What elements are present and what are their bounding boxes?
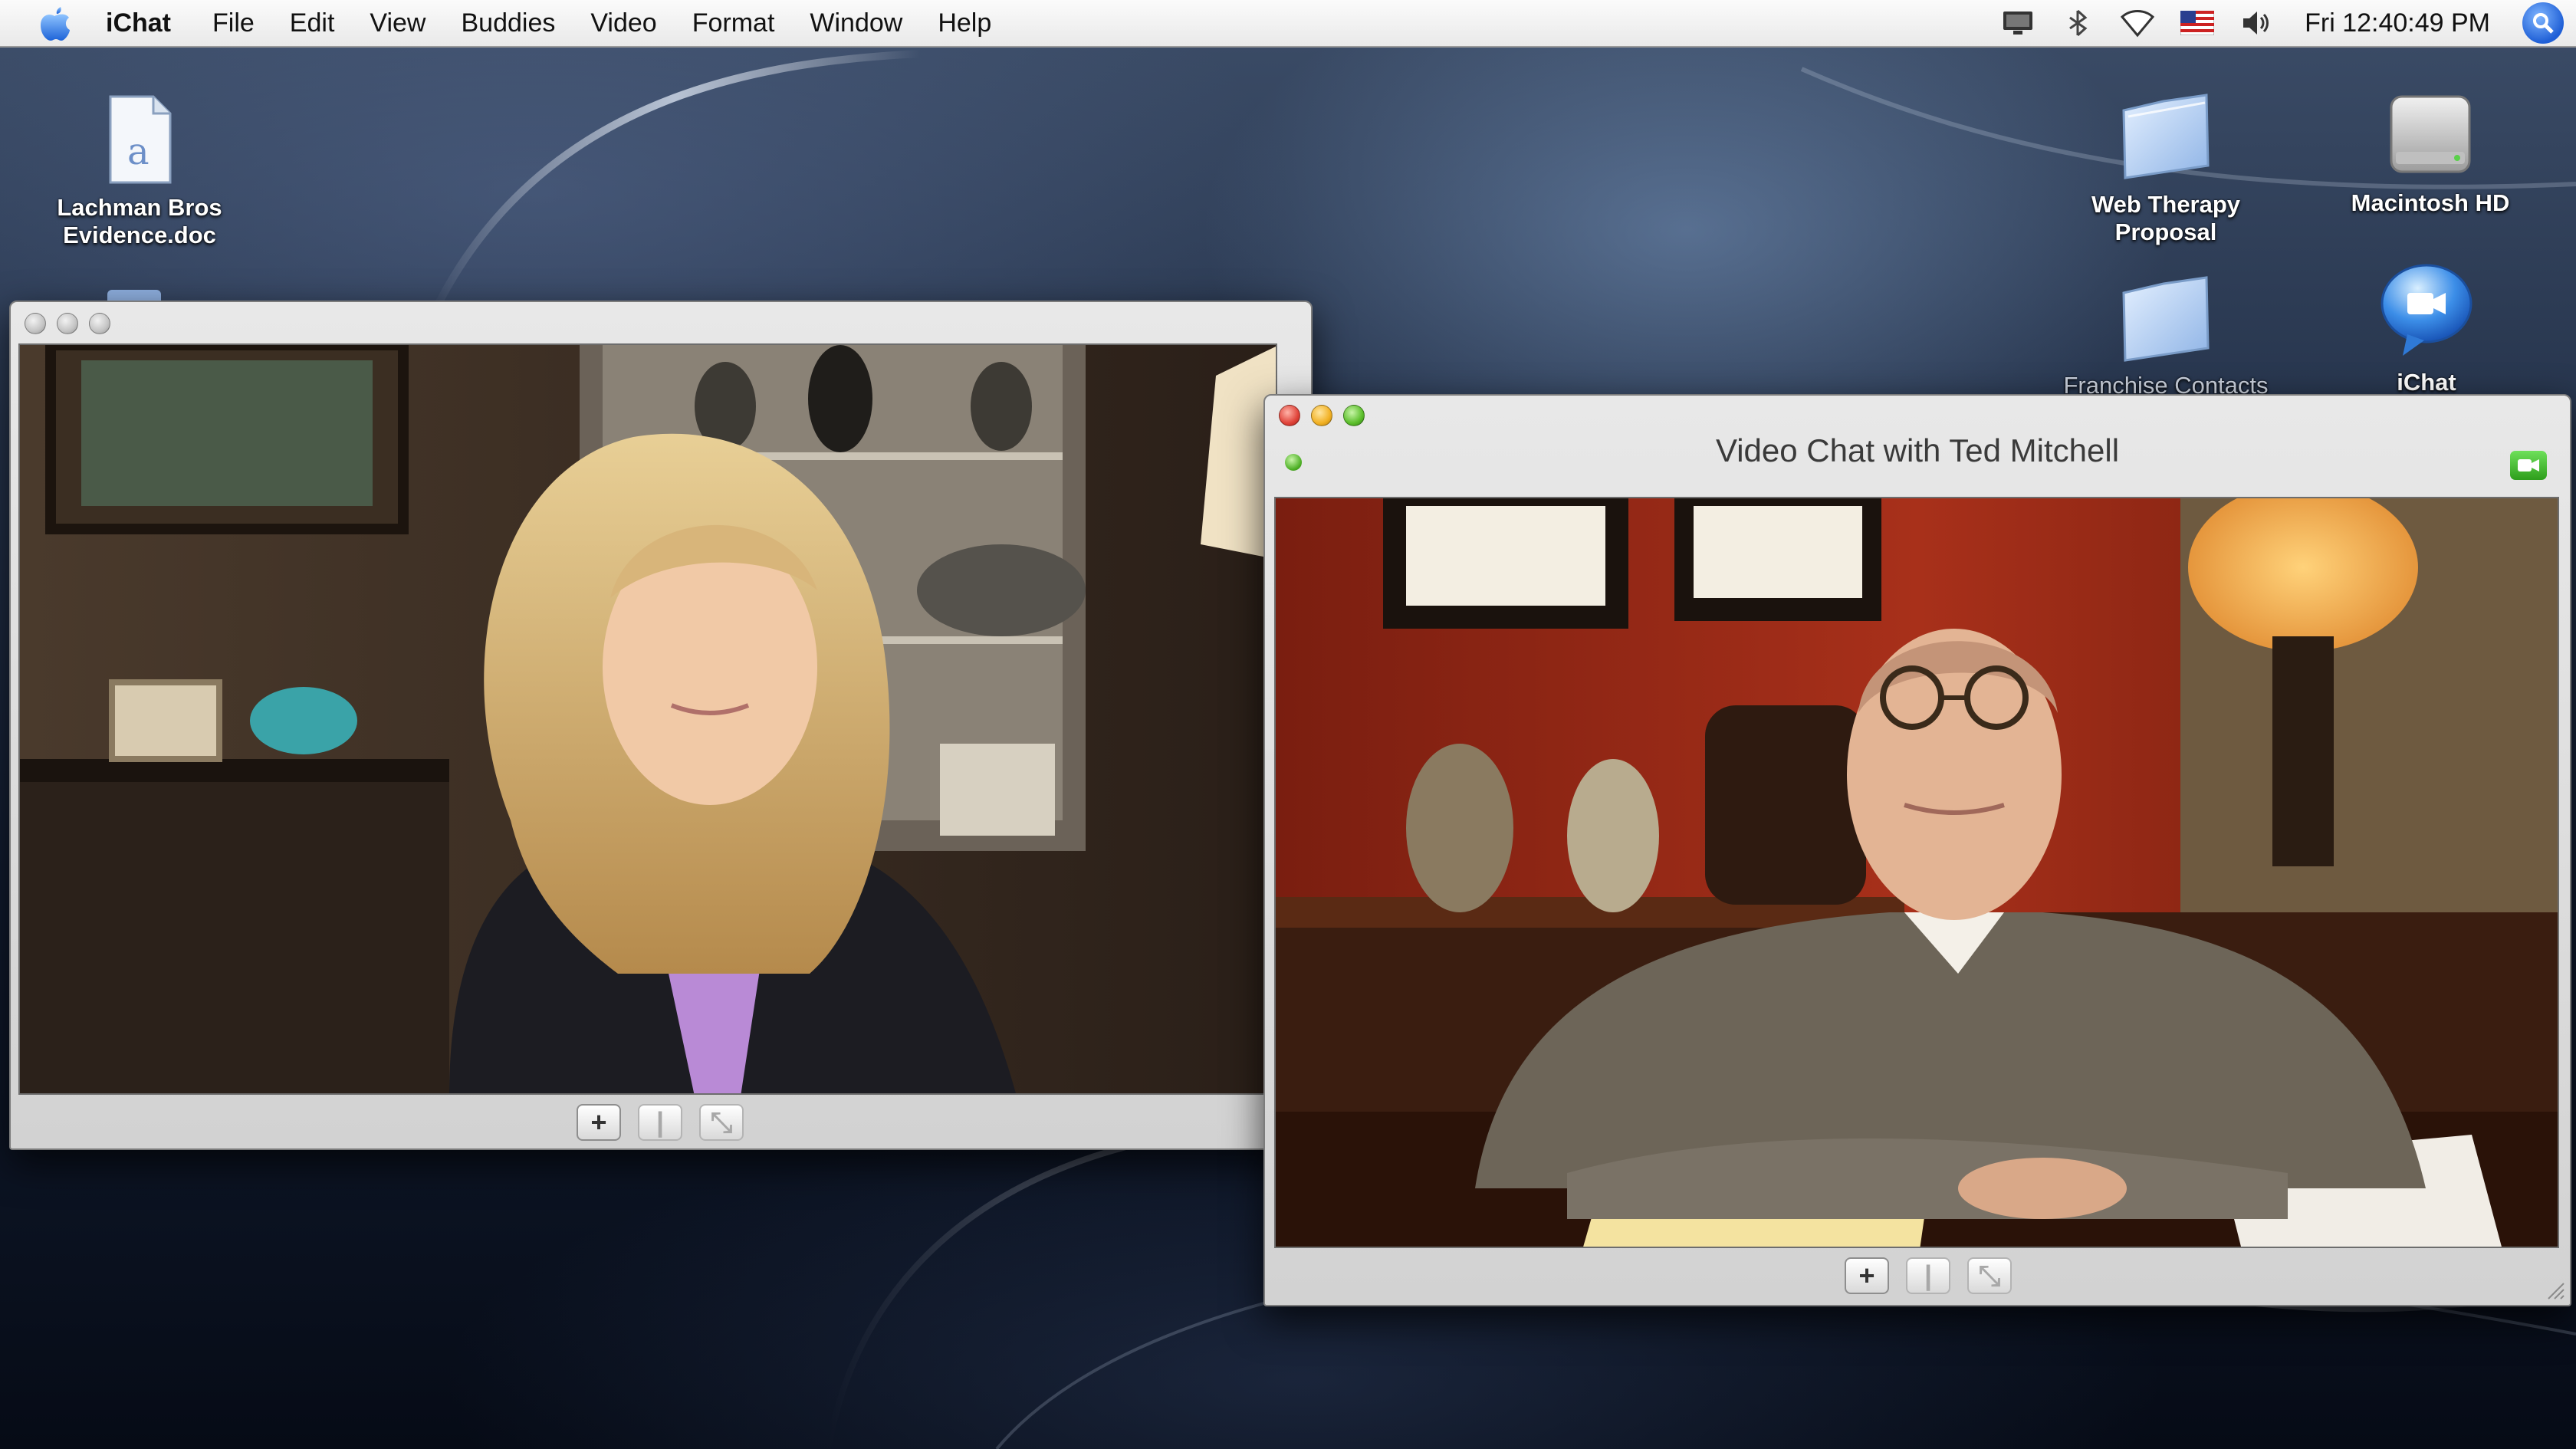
desktop-icon-label: Macintosh HD [2351,189,2510,217]
menu-buddies[interactable]: Buddies [461,8,555,38]
desktop-icon-lachman-doc[interactable]: a Lachman Bros Evidence.doc [17,94,262,249]
zoom-button[interactable] [89,313,110,334]
desktop-icon-macintosh-hd[interactable]: Macintosh HD [2308,89,2553,217]
zoom-button[interactable] [1343,405,1365,426]
local-video-toolbar: + | ⤡ [577,1104,744,1141]
menu-format[interactable]: Format [692,8,775,38]
window-title: Video Chat with Ted Mitchell [1715,432,2120,468]
desktop-icon-label: iChat [2397,369,2456,396]
menu-view[interactable]: View [370,8,426,38]
chat-video-toolbar: + | ⤡ [1845,1257,2012,1294]
icon-label-line: Lachman Bros [57,194,222,221]
wifi-icon[interactable] [2119,5,2156,41]
svg-text:a: a [127,130,150,173]
volume-icon[interactable] [2239,5,2275,41]
spotlight-search-icon[interactable] [2522,2,2564,44]
ichat-icon [2377,261,2476,364]
fullscreen-button[interactable]: ⤡ [699,1104,744,1141]
remote-video-image [1276,498,2558,1247]
menu-window[interactable]: Window [810,8,902,38]
icon-label-line: Evidence.doc [63,222,216,248]
window-controls [1279,405,1365,426]
desktop-icon-franchise-contacts[interactable]: Franchise Contacts [2043,274,2288,399]
menu-help[interactable]: Help [938,8,991,38]
icon-label-line: Web Therapy [2091,191,2241,218]
folder-icon [2118,274,2214,367]
menu-extras: Fri 12:40:49 PM [1999,0,2576,46]
icon-label-line: Proposal [2114,219,2217,245]
hard-drive-icon [2380,89,2480,185]
desktop-icon-label: Lachman Bros Evidence.doc [57,194,222,249]
video-chat-window: Video Chat with Ted Mitchell + | ⤡ [1263,394,2571,1306]
window-controls [25,313,110,334]
add-participant-button[interactable]: + [1845,1257,1889,1294]
apple-menu-icon[interactable] [34,2,75,44]
menu-app-ichat[interactable]: iChat [106,8,171,38]
local-video-window: + | ⤡ [9,301,1313,1150]
remote-video-feed [1274,497,2559,1248]
menu-file[interactable]: File [212,8,255,38]
menu-bar: iChat File Edit View Buddies Video Forma… [0,0,2576,48]
video-camera-icon[interactable] [2510,451,2547,480]
icon-label-line: iChat [2397,369,2456,396]
menu-edit[interactable]: Edit [290,8,335,38]
mute-button[interactable]: | [638,1104,682,1141]
folder-icon [2118,90,2214,186]
us-flag-icon[interactable] [2179,5,2216,41]
close-button[interactable] [25,313,46,334]
close-button[interactable] [1279,405,1300,426]
fullscreen-button[interactable]: ⤡ [1967,1257,2012,1294]
add-participant-button[interactable]: + [577,1104,621,1141]
resize-grip-icon[interactable] [2542,1277,2565,1300]
local-video-image [20,345,1276,1093]
bluetooth-icon[interactable] [2059,5,2096,41]
document-icon: a [100,94,179,189]
desktop-icon-ichat[interactable]: iChat [2304,261,2549,396]
desktop-icon-web-therapy-proposal[interactable]: Web Therapy Proposal [2043,90,2288,246]
menu-video[interactable]: Video [590,8,656,38]
menu-clock[interactable]: Fri 12:40:49 PM [2305,8,2490,38]
minimize-button[interactable] [1311,405,1332,426]
desktop-icon-label: Web Therapy Proposal [2091,191,2240,246]
local-video-feed [18,343,1277,1095]
mute-button[interactable]: | [1906,1257,1950,1294]
icon-label-line: Macintosh HD [2351,189,2510,216]
minimize-button[interactable] [57,313,78,334]
display-icon[interactable] [1999,5,2036,41]
